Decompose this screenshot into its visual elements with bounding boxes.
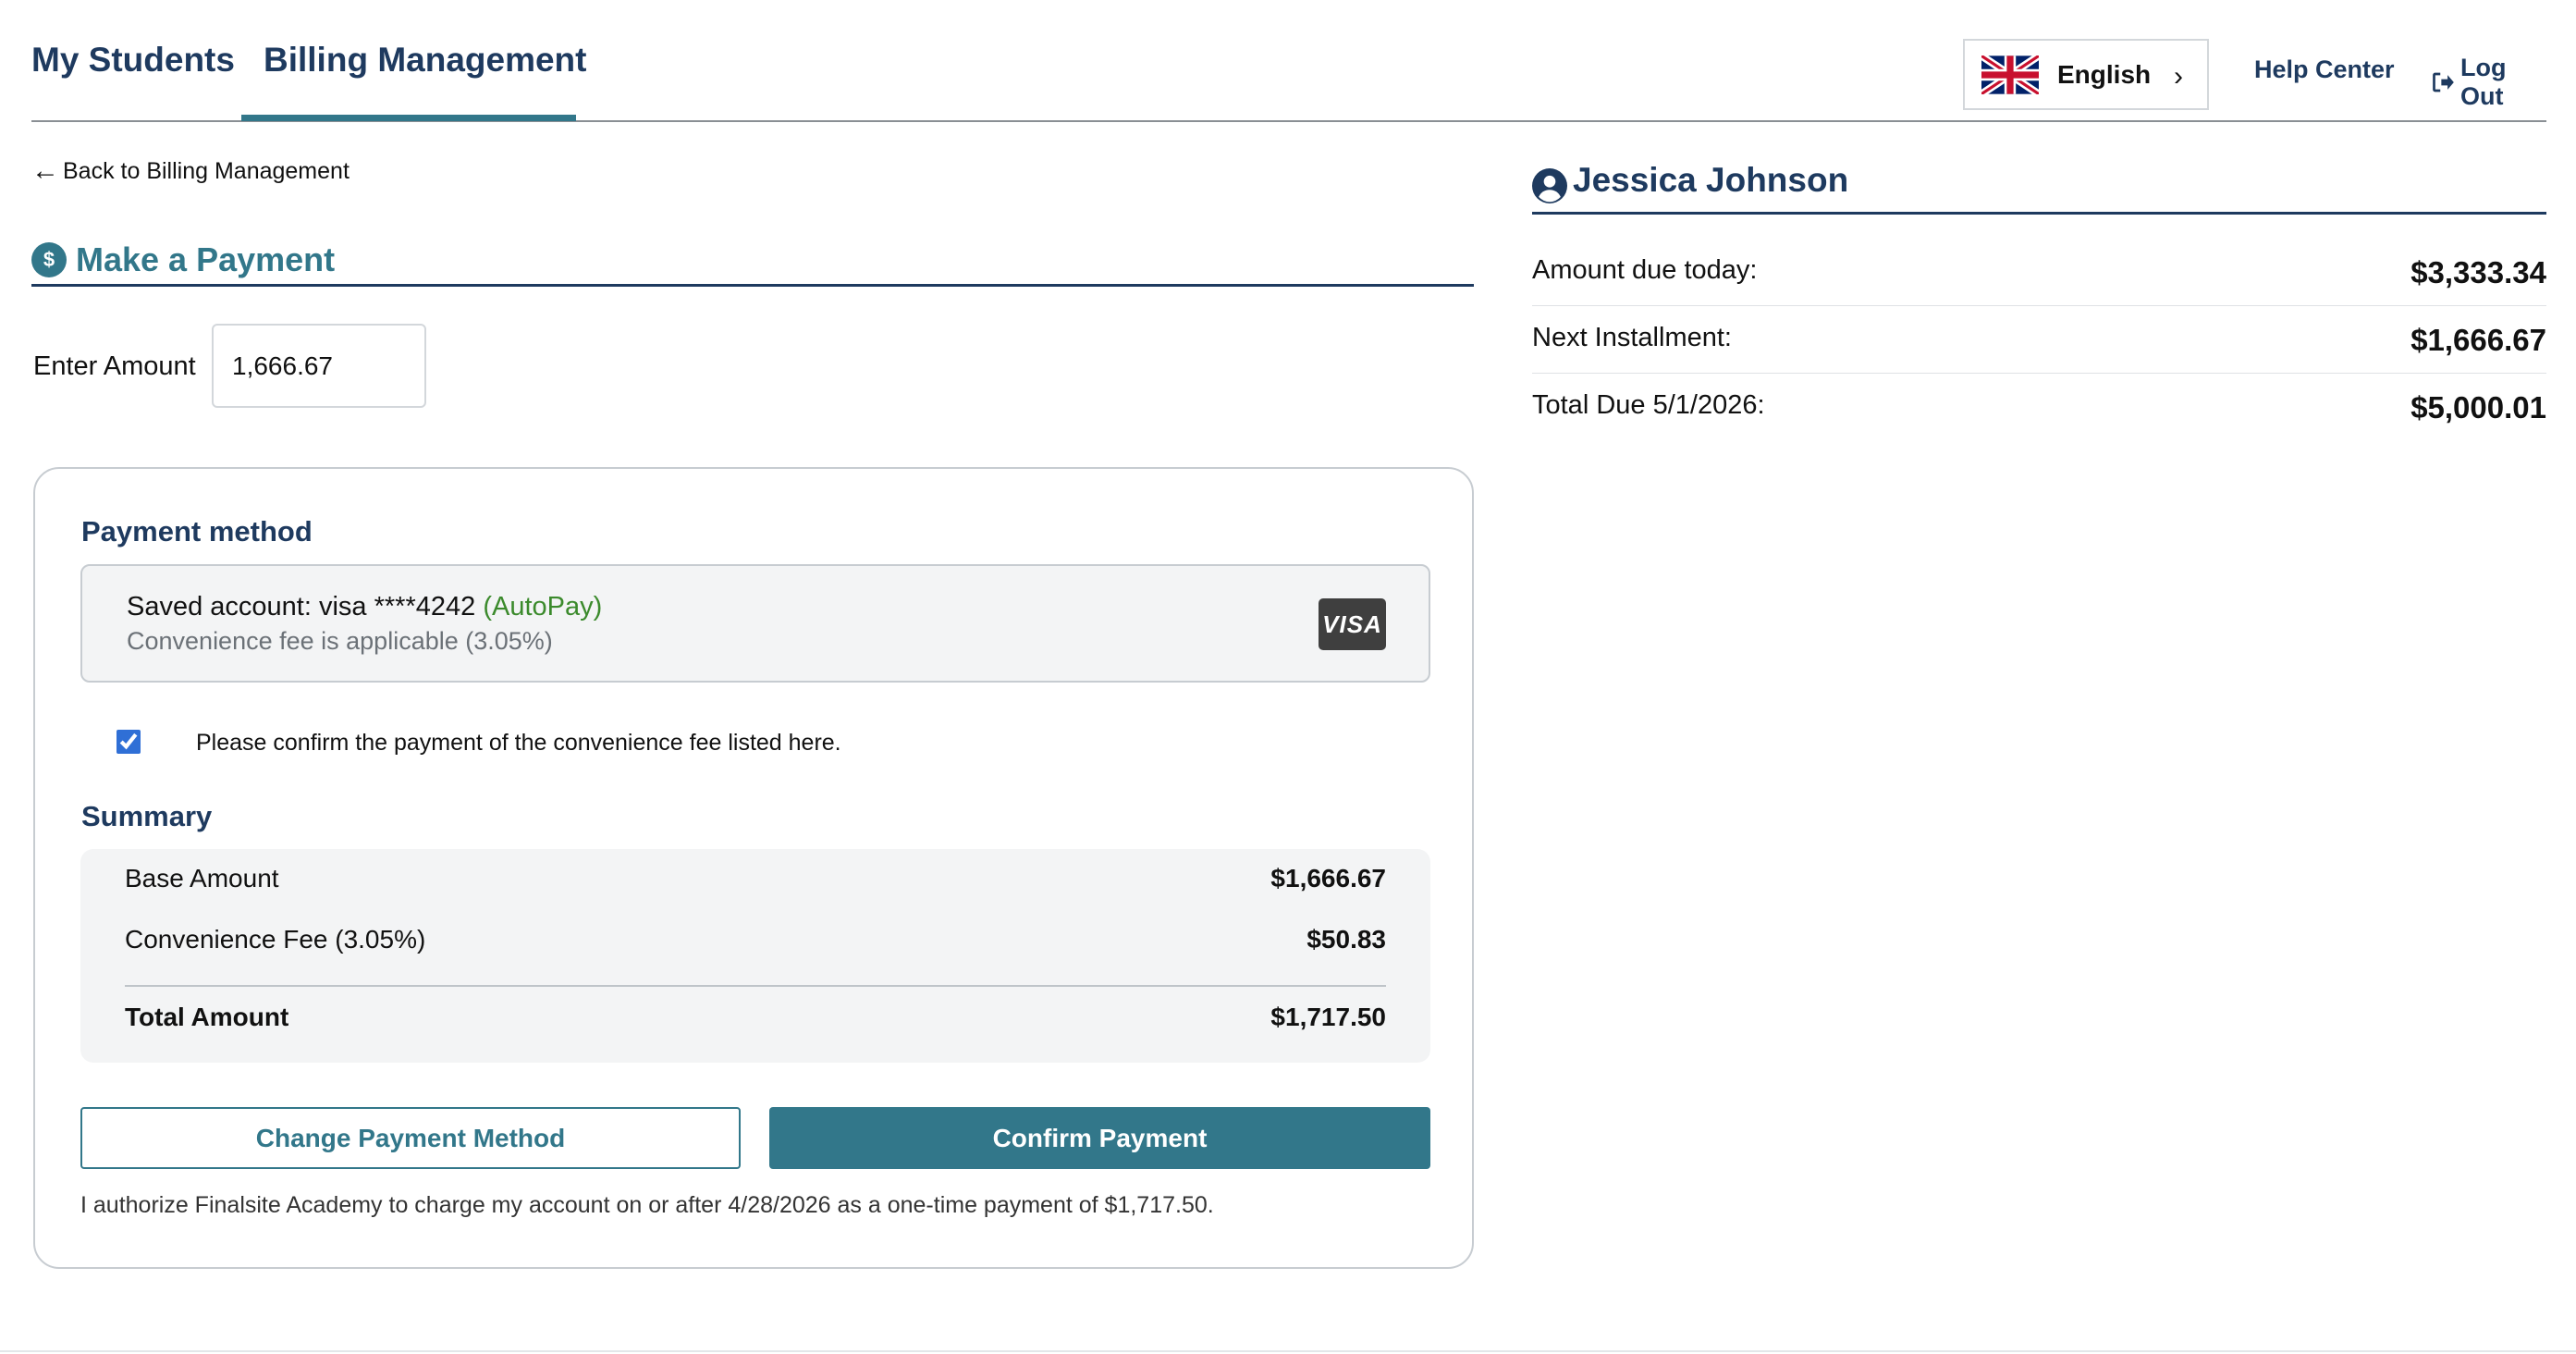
balance-row-total-due: Total Due 5/1/2026: $5,000.01	[1532, 374, 2546, 441]
back-to-billing-link[interactable]: ← Back to Billing Management	[31, 155, 350, 187]
tab-billing-management[interactable]: Billing Management	[264, 41, 586, 80]
balance-row-next-installment: Next Installment: $1,666.67	[1532, 306, 2546, 374]
student-header: Jessica Johnson	[1532, 161, 2546, 215]
saved-payment-method[interactable]: Saved account: visa ****4242 (AutoPay) C…	[80, 564, 1430, 683]
amount-label: Enter Amount	[33, 351, 196, 381]
language-selector[interactable]: English ›	[1963, 39, 2209, 110]
user-avatar-icon	[1532, 168, 1567, 203]
fee-value: $50.83	[1306, 925, 1386, 954]
confirm-payment-button[interactable]: Confirm Payment	[769, 1107, 1430, 1169]
arrow-left-icon: ←	[31, 155, 59, 186]
summary-row-base: Base Amount $1,666.67	[125, 864, 1386, 893]
autopay-badge: (AutoPay)	[483, 592, 603, 622]
dollar-icon: $	[31, 241, 67, 277]
page-title: Make a Payment	[76, 240, 336, 278]
confirm-fee-checkbox[interactable]	[117, 730, 141, 754]
base-amount-label: Base Amount	[125, 864, 279, 892]
balance-label: Next Installment:	[1532, 323, 1732, 352]
convenience-fee-note: Convenience fee is applicable (3.05%)	[127, 627, 553, 655]
payment-card: Payment method Saved account: visa ****4…	[33, 467, 1474, 1269]
summary-row-total: Total Amount $1,717.50	[125, 1003, 1386, 1032]
student-name: Jessica Johnson	[1573, 161, 1849, 199]
balance-label: Total Due 5/1/2026:	[1532, 390, 1765, 420]
base-amount-value: $1,666.67	[1270, 864, 1386, 892]
logout-icon	[2433, 72, 2454, 92]
logout-link[interactable]: Log Out	[2430, 54, 2546, 111]
amount-input[interactable]	[212, 324, 426, 408]
summary-row-fee: Convenience Fee (3.05%) $50.83	[125, 925, 1386, 954]
summary-title: Summary	[81, 800, 213, 832]
summary-box: Base Amount $1,666.67 Convenience Fee (3…	[80, 849, 1430, 1063]
logout-label: Log Out	[2459, 54, 2507, 110]
fee-label: Convenience Fee (3.05%)	[125, 925, 426, 954]
payment-method-title: Payment method	[81, 515, 313, 548]
balance-amount: $1,666.67	[2410, 323, 2546, 357]
summary-divider	[125, 985, 1386, 987]
make-payment-header: $ Make a Payment	[31, 235, 1474, 287]
balance-label: Amount due today:	[1532, 255, 1758, 285]
balance-amount: $5,000.01	[2410, 390, 2546, 425]
authorization-text: I authorize Finalsite Academy to charge …	[80, 1192, 1214, 1218]
saved-account-line: Saved account: visa ****4242 (AutoPay)	[127, 592, 602, 622]
visa-card-icon: VISA	[1319, 598, 1386, 650]
balance-amount: $3,333.34	[2410, 255, 2546, 289]
confirm-fee-label: Please confirm the payment of the conven…	[196, 730, 841, 756]
total-amount-value: $1,717.50	[1270, 1003, 1386, 1031]
change-payment-method-button[interactable]: Change Payment Method	[80, 1107, 741, 1169]
help-center-link[interactable]: Help Center	[2254, 55, 2395, 84]
saved-account-text: Saved account: visa ****4242	[127, 592, 476, 622]
top-navigation: My Students Billing Management English ›…	[31, 0, 2546, 122]
chevron-right-icon: ›	[2174, 61, 2183, 92]
uk-flag-icon	[1981, 55, 2039, 94]
total-amount-label: Total Amount	[125, 1003, 289, 1031]
back-link-label: Back to Billing Management	[63, 157, 350, 184]
tab-my-students[interactable]: My Students	[31, 41, 235, 80]
active-tab-indicator	[241, 115, 576, 121]
balance-row-due-today: Amount due today: $3,333.34	[1532, 239, 2546, 306]
footer-divider	[0, 1350, 2576, 1352]
language-label: English	[2057, 59, 2152, 89]
